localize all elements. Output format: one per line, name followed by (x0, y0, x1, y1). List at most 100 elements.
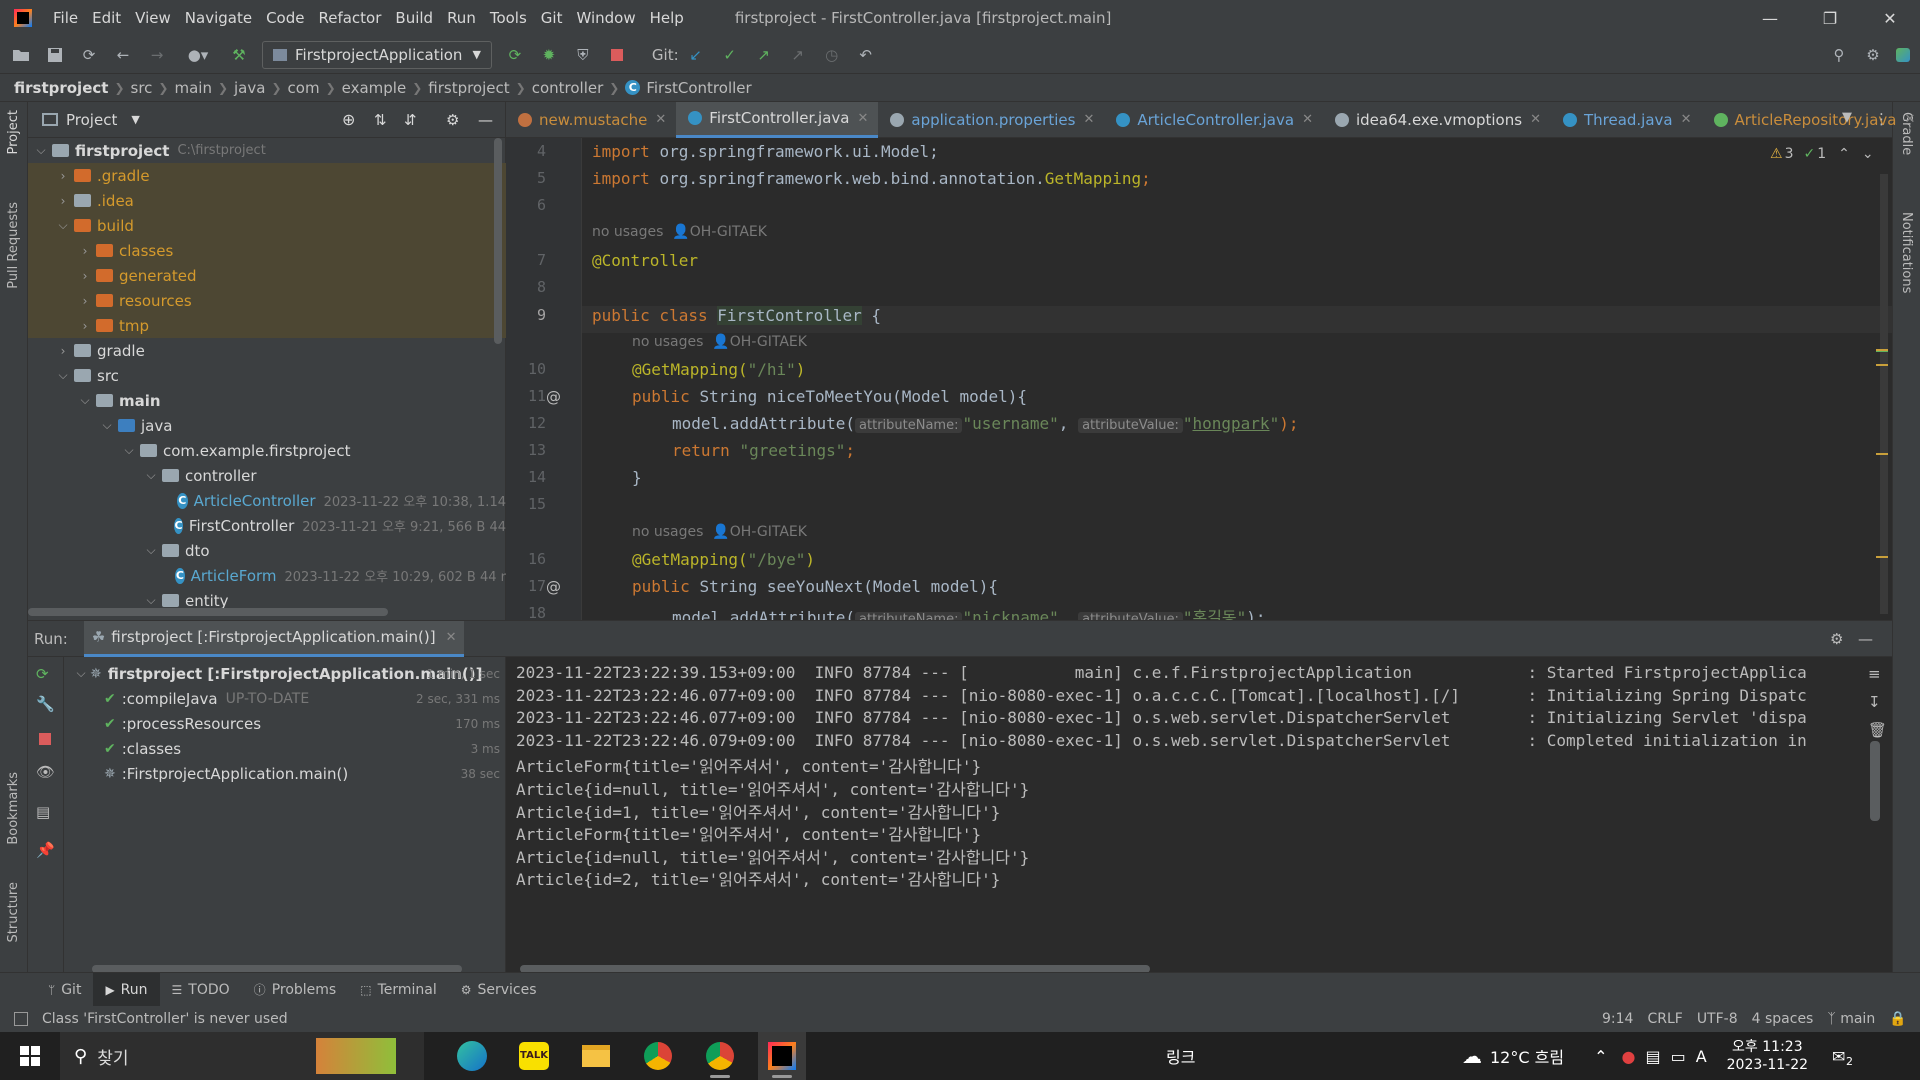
panel-settings-gear-icon[interactable]: ⚙ (446, 111, 459, 129)
chevron-right-icon[interactable]: › (52, 194, 74, 208)
save-icon[interactable] (42, 42, 68, 68)
toolwindow-todo[interactable]: ☰ TODO (160, 973, 242, 1007)
close-tab-icon[interactable]: ✕ (857, 111, 868, 126)
hide-run-panel-icon[interactable]: — (1858, 630, 1873, 648)
tree-item[interactable]: › resources (28, 288, 506, 313)
hide-panel-icon[interactable]: — (478, 111, 493, 129)
chevron-right-icon[interactable]: › (52, 344, 74, 358)
notification-center-icon[interactable]: ✉ 2 (1832, 1047, 1853, 1068)
tree-item[interactable]: ⌵ src (28, 363, 506, 388)
open-folder-icon[interactable] (8, 42, 34, 68)
line-separator[interactable]: CRLF (1647, 1011, 1682, 1027)
breadcrumb-item[interactable]: src (131, 79, 153, 97)
project-view-select[interactable]: Project (66, 111, 117, 129)
toolwindow-git[interactable]: ᛘ Git (36, 973, 93, 1007)
stop-icon[interactable] (39, 733, 51, 745)
close-tab-icon[interactable]: ✕ (446, 630, 457, 645)
structure-tool-button[interactable]: Structure (6, 882, 21, 942)
tree-item[interactable]: ⌵ dto (28, 538, 506, 563)
build-task[interactable]: ✵:FirstprojectApplication.main() 38 sec (64, 761, 506, 786)
menu-git[interactable]: Git (534, 9, 570, 27)
toolwindow-terminal[interactable]: ⬚ Terminal (348, 973, 449, 1007)
rerun-icon[interactable]: ⟳ (36, 665, 49, 683)
tree-item[interactable]: C FirstController 2023-11-21 오후 9:21, 566 … (28, 513, 506, 538)
record-icon[interactable]: ● (1621, 1047, 1635, 1066)
menu-edit[interactable]: Edit (85, 9, 128, 27)
stop-icon[interactable] (604, 42, 630, 68)
rerun-icon[interactable]: ⟳ (502, 42, 528, 68)
breadcrumb-item[interactable]: java (234, 79, 265, 97)
build-task[interactable]: ✔:processResources 170 ms (64, 711, 506, 736)
notifications-tool-button[interactable]: Notifications (1899, 212, 1914, 293)
editor-vertical-scrollbar[interactable] (1880, 174, 1888, 614)
inspection-widget[interactable]: ⚠ 3 ✓ 1 ⌃ ⌄ (1770, 146, 1874, 162)
menu-tools[interactable]: Tools (483, 9, 534, 27)
chevron-down-icon[interactable]: ⌵ (30, 143, 52, 158)
pull-requests-tool-button[interactable]: Pull Requests (6, 202, 21, 289)
toolwindow-services[interactable]: ⚙ Services (449, 973, 549, 1007)
editor-tab[interactable]: new.mustache ✕ (506, 102, 676, 138)
editor-tab[interactable]: application.properties ✕ (878, 102, 1104, 138)
editor-tab[interactable]: FirstController.java ✕ (676, 101, 879, 138)
menu-window[interactable]: Window (569, 9, 642, 27)
chrome-icon[interactable] (696, 1032, 744, 1080)
rollback-icon[interactable]: ↶ (853, 42, 879, 68)
tree-item[interactable]: ⌵ build (28, 213, 506, 238)
chevron-up-icon[interactable]: ⌃ (1838, 146, 1850, 162)
back-icon[interactable]: ← (110, 42, 136, 68)
expand-all-icon[interactable]: ⇅ (374, 111, 387, 129)
breadcrumb-item[interactable]: firstproject (428, 79, 509, 97)
tree-item[interactable]: › generated (28, 263, 506, 288)
tree-item[interactable]: › .idea (28, 188, 506, 213)
build-hammer-icon[interactable]: ⚒ (226, 42, 252, 68)
tree-item[interactable]: C ArticleForm 2023-11-22 오후 10:29, 602 B 4… (28, 563, 506, 588)
chevron-down-icon[interactable]: ⌵ (52, 218, 74, 233)
close-tab-icon[interactable]: ✕ (655, 112, 666, 127)
build-task[interactable]: ⌵ ✵ firstproject [:FirstprojectApplication… (64, 661, 506, 686)
close-tab-icon[interactable]: ✕ (1302, 112, 1313, 127)
clear-console-icon[interactable]: 🗑 (1868, 721, 1887, 739)
debug-icon[interactable]: ✹ (536, 42, 562, 68)
caret-position[interactable]: 9:14 (1602, 1011, 1633, 1027)
breadcrumb-item[interactable]: controller (532, 79, 604, 97)
file-encoding[interactable]: UTF-8 (1697, 1011, 1738, 1027)
tree-item[interactable]: › classes (28, 238, 506, 263)
implements-icon[interactable]: @ (546, 388, 561, 406)
horizontal-scrollbar[interactable] (28, 608, 388, 616)
close-tab-icon[interactable]: ✕ (1083, 112, 1094, 127)
taskbar-link-label[interactable]: 링크 (1166, 1044, 1195, 1068)
ime-indicator[interactable]: A (1696, 1047, 1707, 1066)
breadcrumb-item[interactable]: com (288, 79, 320, 97)
tree-item[interactable]: › gradle (28, 338, 506, 363)
tree-item[interactable]: ⌵ java (28, 413, 506, 438)
intellij-logo-icon[interactable] (14, 9, 32, 27)
usage-hint[interactable]: no usages 👤OH-GITAEK (632, 524, 807, 540)
git-branch[interactable]: ᛉ main (1827, 1011, 1875, 1027)
chevron-down-icon[interactable]: ⌵ (140, 468, 162, 483)
editor-tab[interactable]: idea64.exe.vmoptions ✕ (1323, 102, 1551, 138)
breadcrumb-item[interactable]: firstproject (14, 79, 108, 97)
network-icon[interactable]: ▤ (1645, 1047, 1660, 1066)
soft-wrap-icon[interactable]: ≡ (1868, 665, 1881, 683)
git-push-icon[interactable]: ↗ (751, 42, 777, 68)
build-task[interactable]: ✔:compileJava UP-TO-DATE 2 sec, 331 ms (64, 686, 506, 711)
git-commit-icon[interactable]: ✓ (717, 42, 743, 68)
scroll-to-end-icon[interactable]: ↧ (1868, 693, 1881, 711)
chevron-right-icon[interactable]: › (74, 294, 96, 308)
toolwindow-problems[interactable]: ⓘ Problems (242, 973, 349, 1007)
menu-run[interactable]: Run (440, 9, 483, 27)
code-view[interactable]: import org.springframework.ui.Model; imp… (582, 138, 1892, 620)
restore-icon[interactable]: ❐ (1800, 0, 1860, 36)
coverage-icon[interactable]: ⛨ (570, 42, 596, 68)
sync-icon[interactable]: ⟳ (76, 42, 102, 68)
menu-code[interactable]: Code (259, 9, 311, 27)
more-icon[interactable]: ⋮ (1874, 110, 1889, 128)
locate-icon[interactable]: ⊕ (342, 110, 355, 129)
chevron-down-icon[interactable]: ⌵ (140, 543, 162, 558)
console-output[interactable]: 2023-11-22T23:22:39.153+09:00 INFO 87784… (506, 657, 1892, 973)
breadcrumb-item[interactable]: example (342, 79, 407, 97)
chevron-down-icon[interactable]: ⌵ (140, 593, 162, 608)
chevron-right-icon[interactable]: › (52, 169, 74, 183)
console-scrollbar[interactable] (1870, 741, 1880, 821)
file-explorer-icon[interactable] (572, 1032, 620, 1080)
